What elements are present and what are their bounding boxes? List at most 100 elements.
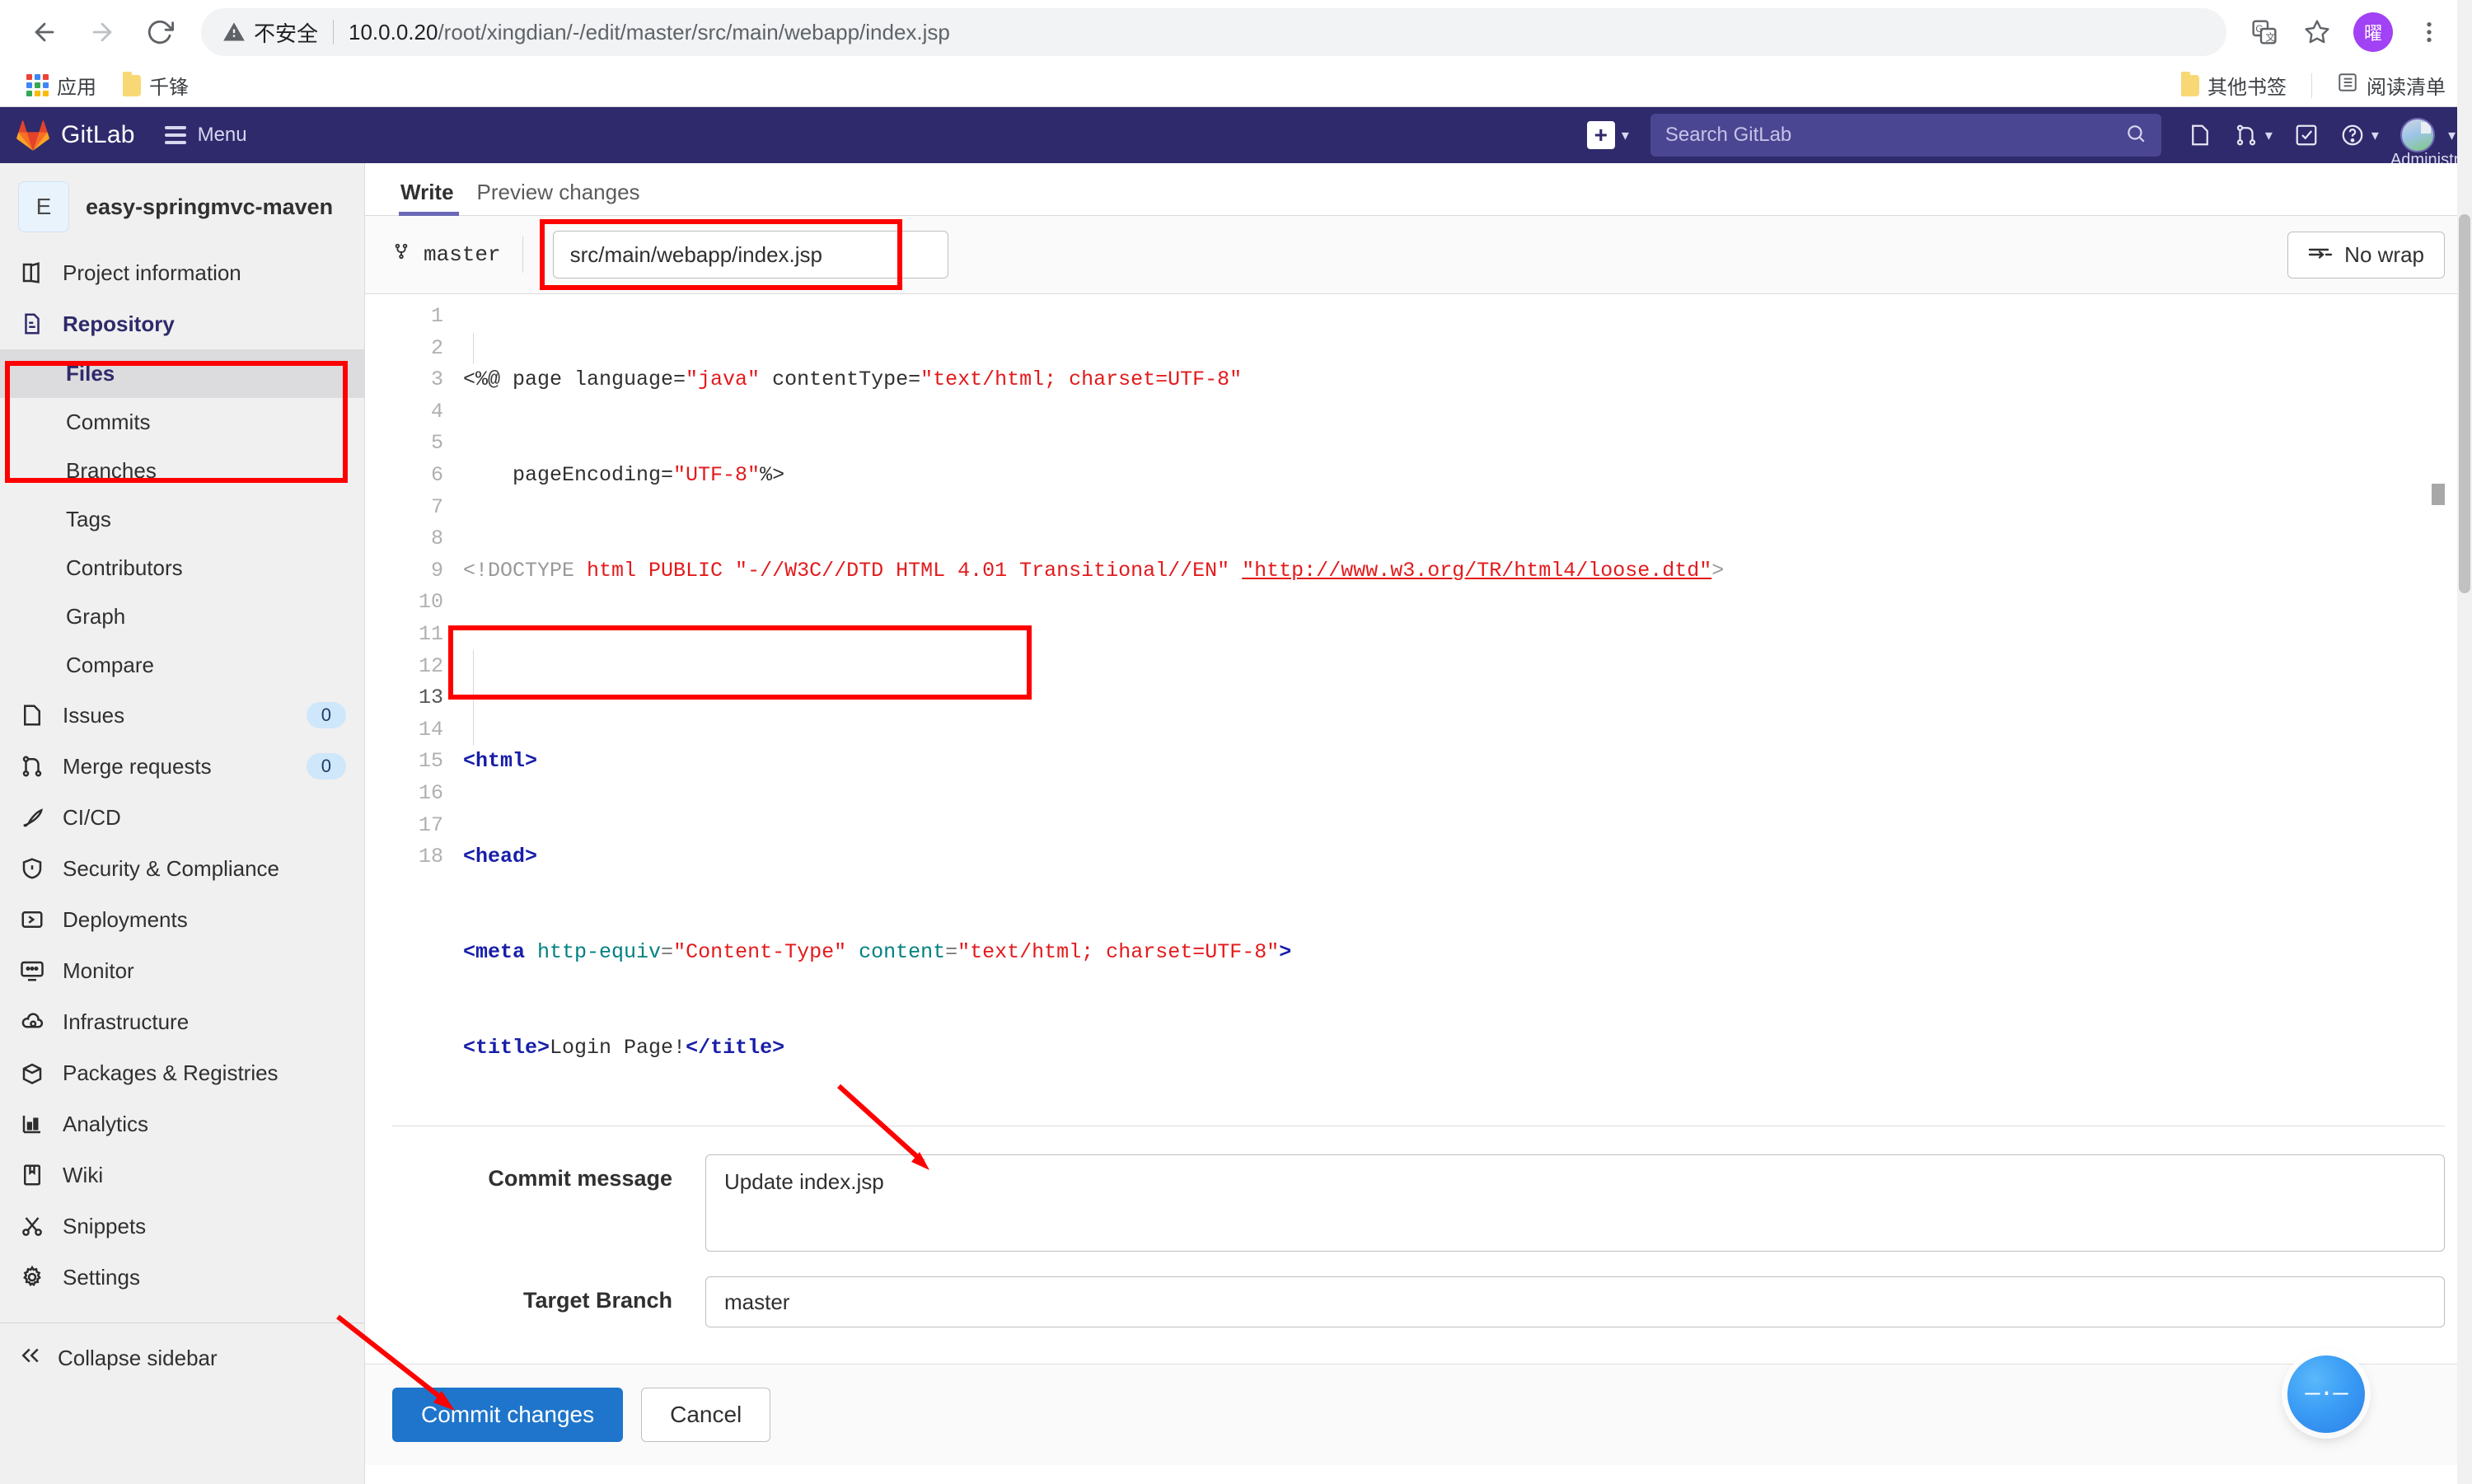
target-branch-input[interactable] xyxy=(705,1276,2445,1327)
merge-requests-icon[interactable]: ▾ xyxy=(2234,123,2273,147)
issues-icon xyxy=(18,701,46,729)
floating-action-button[interactable]: —·— xyxy=(2287,1355,2365,1433)
search-input[interactable]: Search GitLab xyxy=(1650,114,2161,157)
reading-list-icon xyxy=(2337,72,2358,99)
reload-icon[interactable] xyxy=(133,6,186,59)
sidebar-item-compare[interactable]: Compare xyxy=(0,641,364,690)
sidebar-item-label: Packages & Registries xyxy=(63,1060,279,1085)
chart-icon xyxy=(18,1110,46,1138)
page-scrollbar-thumb[interactable] xyxy=(2459,214,2470,593)
sidebar-item-wiki[interactable]: Wiki xyxy=(0,1149,364,1201)
sidebar-item-snippets[interactable]: Snippets xyxy=(0,1201,364,1252)
sidebar-item-analytics[interactable]: Analytics xyxy=(0,1098,364,1149)
sidebar-item-project-information[interactable]: Project information xyxy=(0,247,364,298)
folder-icon xyxy=(2181,71,2199,96)
sidebar-item-label: Deployments xyxy=(63,906,188,932)
line-number-gutter: 1 2 3 4 5 6 7 8 9 10 11 12 13 14 15 16 1 xyxy=(392,301,443,873)
navbar-menu-button[interactable]: Menu xyxy=(164,124,247,147)
new-dropdown[interactable]: + ▾ xyxy=(1586,121,1629,149)
line-number: 15 xyxy=(418,749,443,774)
sidebar-item-repository[interactable]: Repository xyxy=(0,298,364,349)
no-wrap-button[interactable]: No wrap xyxy=(2287,231,2445,279)
header-divider xyxy=(522,236,523,273)
line-number: 14 xyxy=(418,717,443,742)
other-bookmarks-label: 其他书签 xyxy=(2207,77,2287,99)
code-line: pageEncoding="UTF-8"%> xyxy=(463,462,785,487)
bookmark-qianfeng[interactable]: 千锋 xyxy=(113,66,199,105)
user-avatar-icon xyxy=(2399,118,2435,152)
editor-header: master No wrap xyxy=(365,216,2472,294)
file-path-input[interactable] xyxy=(552,231,948,279)
project-header[interactable]: E easy-springmvc-maven xyxy=(0,163,364,247)
sidebar-item-commits[interactable]: Commits xyxy=(0,398,364,447)
tab-preview-changes[interactable]: Preview changes xyxy=(469,168,655,215)
code-editor[interactable]: 1 2 3 4 5 6 7 8 9 10 11 12 13 14 15 16 1 xyxy=(392,294,2445,1126)
book-icon xyxy=(18,1161,46,1189)
reading-list[interactable]: 阅读清单 xyxy=(2327,66,2456,105)
url-host: 10.0.0.20 xyxy=(349,19,438,44)
indent-guide xyxy=(473,650,474,746)
sidebar-item-issues[interactable]: Issues 0 xyxy=(0,690,364,741)
back-arrow-icon[interactable] xyxy=(18,6,71,59)
star-icon[interactable] xyxy=(2292,7,2342,57)
status-badge: 0 xyxy=(306,702,346,728)
line-number: 1 xyxy=(430,304,443,328)
hamburger-icon xyxy=(164,126,186,144)
cancel-button[interactable]: Cancel xyxy=(641,1388,771,1442)
user-menu[interactable]: ▾ Administrato xyxy=(2390,118,2472,169)
sidebar-item-graph[interactable]: Graph xyxy=(0,592,364,641)
project-sidebar: E easy-springmvc-maven Project informati… xyxy=(0,163,365,1484)
commit-message-input[interactable] xyxy=(705,1154,2445,1252)
code-line: <head> xyxy=(463,845,538,869)
other-bookmarks[interactable]: 其他书签 xyxy=(2171,66,2296,105)
collapse-sidebar-button[interactable]: Collapse sidebar xyxy=(0,1323,364,1393)
translate-icon[interactable]: G文 xyxy=(2240,7,2289,57)
chevron-down-icon: ▾ xyxy=(2371,126,2379,143)
sidebar-item-merge-requests[interactable]: Merge requests 0 xyxy=(0,741,364,792)
line-number: 5 xyxy=(430,431,443,456)
issues-icon[interactable] xyxy=(2188,123,2212,147)
sidebar-item-deployments[interactable]: Deployments xyxy=(0,894,364,945)
todos-icon[interactable] xyxy=(2294,123,2319,147)
sidebar-item-packages-registries[interactable]: Packages & Registries xyxy=(0,1047,364,1098)
gitlab-logo-icon xyxy=(16,119,49,151)
bookmark-apps[interactable]: 应用 xyxy=(16,66,106,105)
commit-form: Commit message Target Branch xyxy=(365,1126,2472,1352)
merge-requests-icon xyxy=(18,752,46,780)
rocket-icon xyxy=(18,803,46,831)
sidebar-item-label: Repository xyxy=(63,311,175,336)
sidebar-item-contributors[interactable]: Contributors xyxy=(0,544,364,592)
forward-arrow-icon[interactable] xyxy=(76,6,129,59)
help-icon[interactable]: ▾ xyxy=(2340,123,2379,147)
line-number: 16 xyxy=(418,780,443,805)
info-icon xyxy=(18,259,46,287)
shield-icon xyxy=(18,854,46,882)
line-number: 3 xyxy=(430,367,443,392)
sidebar-item-infrastructure[interactable]: Infrastructure xyxy=(0,996,364,1047)
sidebar-item-files[interactable]: Files xyxy=(0,349,364,398)
three-dots-menu-icon[interactable] xyxy=(2404,7,2454,57)
no-wrap-label: No wrap xyxy=(2344,241,2424,267)
code-line: <title>Login Page!</title> xyxy=(463,1035,785,1060)
apps-grid-icon xyxy=(26,74,49,96)
page-layout: E easy-springmvc-maven Project informati… xyxy=(0,0,2472,1484)
line-number: 10 xyxy=(418,590,443,615)
editor-scrollbar-thumb[interactable] xyxy=(2432,484,2445,505)
target-branch-row: Target Branch xyxy=(392,1276,2445,1327)
sidebar-item-branches[interactable]: Branches xyxy=(0,447,364,495)
sidebar-item-tags[interactable]: Tags xyxy=(0,495,364,544)
commit-changes-button[interactable]: Commit changes xyxy=(392,1388,624,1442)
sidebar-item-settings[interactable]: Settings xyxy=(0,1252,364,1303)
address-bar[interactable]: 不安全 10.0.0.20/root/xingdian/-/edit/maste… xyxy=(201,8,2226,56)
gitlab-home-link[interactable]: GitLab xyxy=(16,119,135,151)
profile-avatar[interactable]: 曜 xyxy=(2353,12,2393,52)
plus-icon: + xyxy=(1586,121,1615,149)
line-number: 9 xyxy=(430,558,443,583)
collapse-sidebar-label: Collapse sidebar xyxy=(58,1346,218,1370)
sidebar-item-security-compliance[interactable]: Security & Compliance xyxy=(0,843,364,894)
page-scrollbar[interactable] xyxy=(2457,0,2472,1484)
tab-write[interactable]: Write xyxy=(392,168,469,216)
file-path-wrapper xyxy=(539,219,948,290)
sidebar-item-monitor[interactable]: Monitor xyxy=(0,945,364,996)
sidebar-item-cicd[interactable]: CI/CD xyxy=(0,792,364,843)
